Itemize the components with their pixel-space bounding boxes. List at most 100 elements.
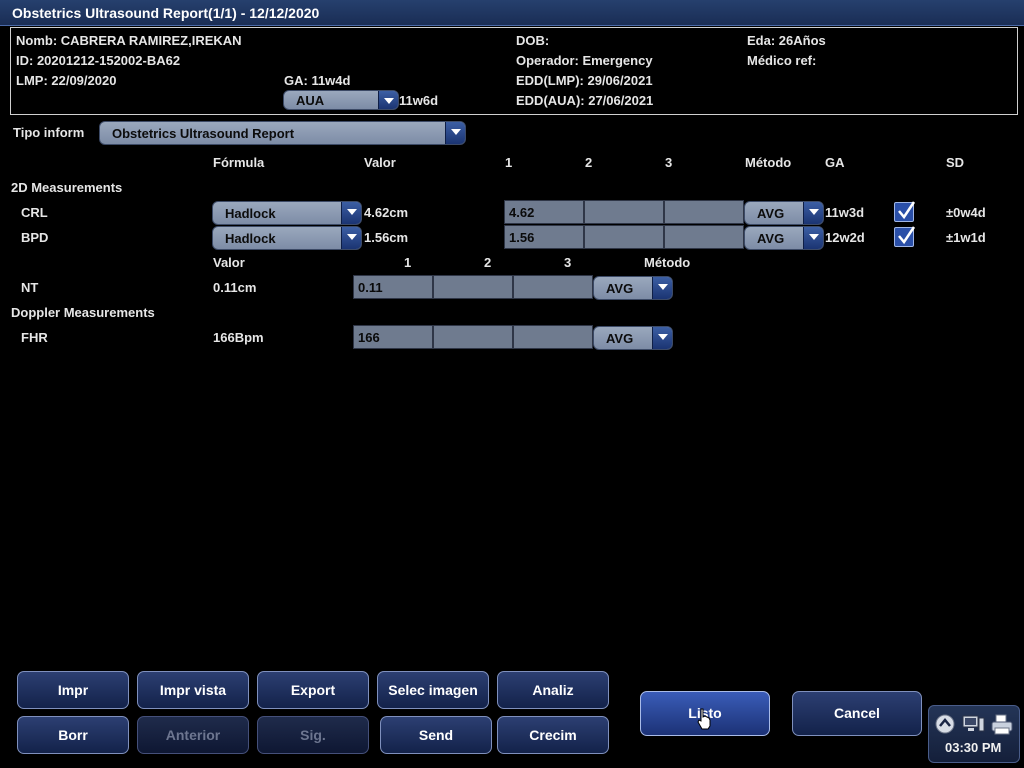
measure-nt-3[interactable] <box>513 275 593 299</box>
measure-bpd-2[interactable] <box>584 225 664 249</box>
measure-value: 4.62 <box>509 205 535 220</box>
dropdown-arrow-icon <box>652 277 672 299</box>
edd-lmp: EDD(LMP): 29/06/2021 <box>516 73 653 88</box>
measure-crl-3[interactable] <box>664 200 744 224</box>
dropdown-arrow-icon <box>378 91 398 109</box>
chevron-up-icon[interactable] <box>935 714 955 734</box>
method-dropdown-fhr[interactable]: AVG <box>593 326 673 350</box>
include-checkbox-bpd[interactable] <box>894 226 916 247</box>
formula-value: Hadlock <box>225 206 276 221</box>
include-checkbox-crl[interactable] <box>894 201 916 222</box>
measure-crl-2[interactable] <box>584 200 664 224</box>
ga-crl: 11w3d <box>825 205 865 220</box>
monitor-icon[interactable] <box>962 714 986 734</box>
dropdown-arrow-icon <box>803 227 823 249</box>
measure-crl-1[interactable]: 4.62 <box>504 200 584 224</box>
header-formula: Fórmula <box>213 155 265 170</box>
referring-doctor: Médico ref: <box>747 53 817 68</box>
next-button[interactable]: Sig. <box>257 716 369 754</box>
patient-age: Eda: 26Años <box>747 33 826 48</box>
method-value: AVG <box>606 281 634 296</box>
sd-crl: ±0w4d <box>946 205 986 220</box>
formula-dropdown-bpd[interactable]: Hadlock <box>212 226 362 250</box>
dropdown-arrow-icon <box>803 202 823 224</box>
report-type-value: Obstetrics Ultrasound Report <box>112 126 295 141</box>
row-name-nt: NT <box>21 280 39 295</box>
nt-header-m1: 1 <box>404 255 412 270</box>
send-button[interactable]: Send <box>380 716 492 754</box>
check-icon <box>898 226 916 245</box>
value-bpd: 1.56cm <box>364 230 409 245</box>
measure-value: 1.56 <box>509 230 535 245</box>
window-title: Obstetrics Ultrasound Report(1/1) - 12/1… <box>12 5 320 21</box>
method-value: AVG <box>757 231 785 246</box>
measure-fhr-1[interactable]: 166 <box>353 325 433 349</box>
print-button[interactable]: Impr <box>17 671 129 709</box>
nt-header-m3: 3 <box>564 255 572 270</box>
nt-header-method: Método <box>644 255 691 270</box>
patient-id: ID: 20201212-152002-BA62 <box>16 53 181 68</box>
formula-dropdown-crl[interactable]: Hadlock <box>212 201 362 225</box>
dropdown-arrow-icon <box>341 227 361 249</box>
title-bar: Obstetrics Ultrasound Report(1/1) - 12/1… <box>0 0 1024 26</box>
row-name-bpd: BPD <box>21 230 49 245</box>
cursor-hand-icon <box>697 708 711 730</box>
header-m2: 2 <box>585 155 593 170</box>
ga-method-value: AUA <box>296 93 325 108</box>
edd-aua: EDD(AUA): 27/06/2021 <box>516 93 654 108</box>
patient-name: Nomb: CABRERA RAMIREZ,IREKAN <box>16 33 242 48</box>
report-type-dropdown[interactable]: Obstetrics Ultrasound Report <box>99 121 466 145</box>
sd-bpd: ±1w1d <box>946 230 986 245</box>
ga-method-dropdown[interactable]: AUA <box>283 90 399 110</box>
nt-header-value: Valor <box>213 255 245 270</box>
method-dropdown-crl[interactable]: AVG <box>744 201 824 225</box>
header-sd: SD <box>946 155 965 170</box>
select-image-button[interactable]: Selec imagen <box>377 671 489 709</box>
method-dropdown-bpd[interactable]: AVG <box>744 226 824 250</box>
formula-value: Hadlock <box>225 231 276 246</box>
row-name-fhr: FHR <box>21 330 48 345</box>
dropdown-arrow-icon <box>341 202 361 224</box>
patient-ga: GA: 11w4d <box>284 73 351 88</box>
print-view-button[interactable]: Impr vista <box>137 671 249 709</box>
system-tray: 03:30 PM <box>928 705 1020 763</box>
previous-button[interactable]: Anterior <box>137 716 249 754</box>
dropdown-arrow-icon <box>652 327 672 349</box>
measure-nt-2[interactable] <box>433 275 513 299</box>
analyze-button[interactable]: Analiz <box>497 671 609 709</box>
measure-value: 0.11 <box>358 280 383 295</box>
patient-lmp: LMP: 22/09/2020 <box>16 73 117 88</box>
operator: Operador: Emergency <box>516 53 653 68</box>
ga-bpd: 12w2d <box>825 230 865 245</box>
tray-clock: 03:30 PM <box>945 740 1002 755</box>
export-button[interactable]: Export <box>257 671 369 709</box>
section-2d-measurements: 2D Measurements <box>11 180 123 195</box>
header-m1: 1 <box>505 155 513 170</box>
measure-fhr-2[interactable] <box>433 325 513 349</box>
report-type-label: Tipo inform <box>13 125 85 140</box>
value-nt: 0.11cm <box>213 280 257 295</box>
header-method: Método <box>745 155 792 170</box>
nt-header-m2: 2 <box>484 255 492 270</box>
printer-icon[interactable] <box>990 714 1014 736</box>
row-name-crl: CRL <box>21 205 48 220</box>
header-ga: GA <box>825 155 845 170</box>
patient-dob: DOB: <box>516 33 550 48</box>
dropdown-arrow-icon <box>445 122 465 144</box>
section-doppler-measurements: Doppler Measurements <box>11 305 155 320</box>
check-icon <box>898 201 916 220</box>
method-dropdown-nt[interactable]: AVG <box>593 276 673 300</box>
measure-bpd-1[interactable]: 1.56 <box>504 225 584 249</box>
measure-fhr-3[interactable] <box>513 325 593 349</box>
delete-button[interactable]: Borr <box>17 716 129 754</box>
method-value: AVG <box>606 331 634 346</box>
measure-nt-1[interactable]: 0.11 <box>353 275 433 299</box>
cancel-button[interactable]: Cancel <box>792 691 922 736</box>
method-value: AVG <box>757 206 785 221</box>
header-m3: 3 <box>665 155 673 170</box>
ga-method-result: 11w6d <box>399 93 439 108</box>
value-crl: 4.62cm <box>364 205 409 220</box>
measure-bpd-3[interactable] <box>664 225 744 249</box>
header-value: Valor <box>364 155 396 170</box>
growth-button[interactable]: Crecim <box>497 716 609 754</box>
